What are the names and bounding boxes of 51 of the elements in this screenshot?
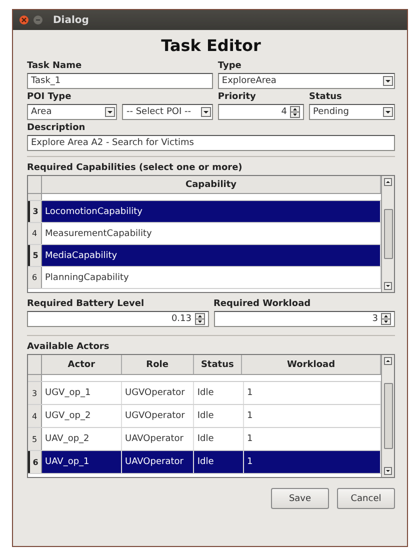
section-label: Available Actors: [27, 342, 110, 352]
field-label: Status: [308, 92, 343, 102]
scroll-up-icon[interactable]: [384, 357, 392, 365]
field-label: POI Type: [27, 92, 72, 102]
scrollbar[interactable]: [381, 176, 394, 292]
minimize-icon[interactable]: [33, 15, 43, 25]
row-number: 3: [28, 382, 42, 404]
table-cell[interactable]: Idle: [194, 451, 244, 473]
field-label: Required Battery Level: [27, 299, 146, 309]
spin-arrows-icon[interactable]: [194, 313, 204, 325]
table-cell[interactable]: UAVOperator: [122, 451, 194, 473]
field-label: Required Workload: [214, 299, 312, 309]
section-label: Required Capabilities (select one or more): [27, 163, 244, 173]
field-label: Description: [27, 123, 86, 133]
table-cell[interactable]: 1: [244, 451, 381, 473]
field-label: Type: [218, 61, 242, 71]
row-number: 3: [28, 201, 42, 222]
scroll-up-icon[interactable]: [384, 178, 392, 186]
row-number: 4: [28, 223, 42, 244]
column-header[interactable]: Role: [122, 355, 194, 374]
scroll-down-icon[interactable]: [384, 467, 392, 475]
scrollbar[interactable]: [381, 355, 394, 477]
table-cell[interactable]: UAV_op_1: [42, 451, 122, 473]
heading: Task Editor: [160, 36, 262, 55]
poi-type-dropdown[interactable]: Area: [27, 104, 118, 120]
table-cell[interactable]: MediaCapability: [42, 245, 381, 266]
column-header[interactable]: Status: [194, 355, 242, 374]
scroll-down-icon[interactable]: [384, 282, 392, 290]
window-title: Dialog: [53, 14, 89, 26]
description-field[interactable]: Explore Area A2 - Search for Victims: [27, 135, 395, 151]
task-name-field[interactable]: Task_1: [27, 73, 213, 89]
row-number: 6: [28, 451, 42, 473]
row-number: 5: [28, 245, 42, 266]
save-button[interactable]: Save: [271, 488, 329, 509]
row-number: 5: [28, 428, 42, 450]
table-cell[interactable]: LocomotionCapability: [42, 201, 381, 222]
priority-spinbox[interactable]: 4: [218, 104, 304, 120]
cancel-button[interactable]: Cancel: [337, 488, 395, 509]
workload-spinbox[interactable]: 3: [214, 311, 395, 327]
field-label: Priority: [218, 92, 257, 102]
type-dropdown[interactable]: ExploreArea: [218, 73, 395, 89]
row-number: 4: [28, 405, 42, 427]
spin-arrows-icon[interactable]: [290, 106, 300, 118]
close-icon[interactable]: [19, 15, 29, 25]
spin-arrows-icon[interactable]: [381, 313, 391, 325]
poi-dropdown[interactable]: -- Select POI --: [122, 104, 213, 120]
row-number: 6: [28, 267, 42, 288]
status-dropdown[interactable]: Pending: [308, 104, 396, 120]
field-label: Task Name: [27, 61, 83, 71]
battery-spinbox[interactable]: 0.13: [27, 311, 208, 327]
column-header[interactable]: Actor: [42, 355, 122, 374]
